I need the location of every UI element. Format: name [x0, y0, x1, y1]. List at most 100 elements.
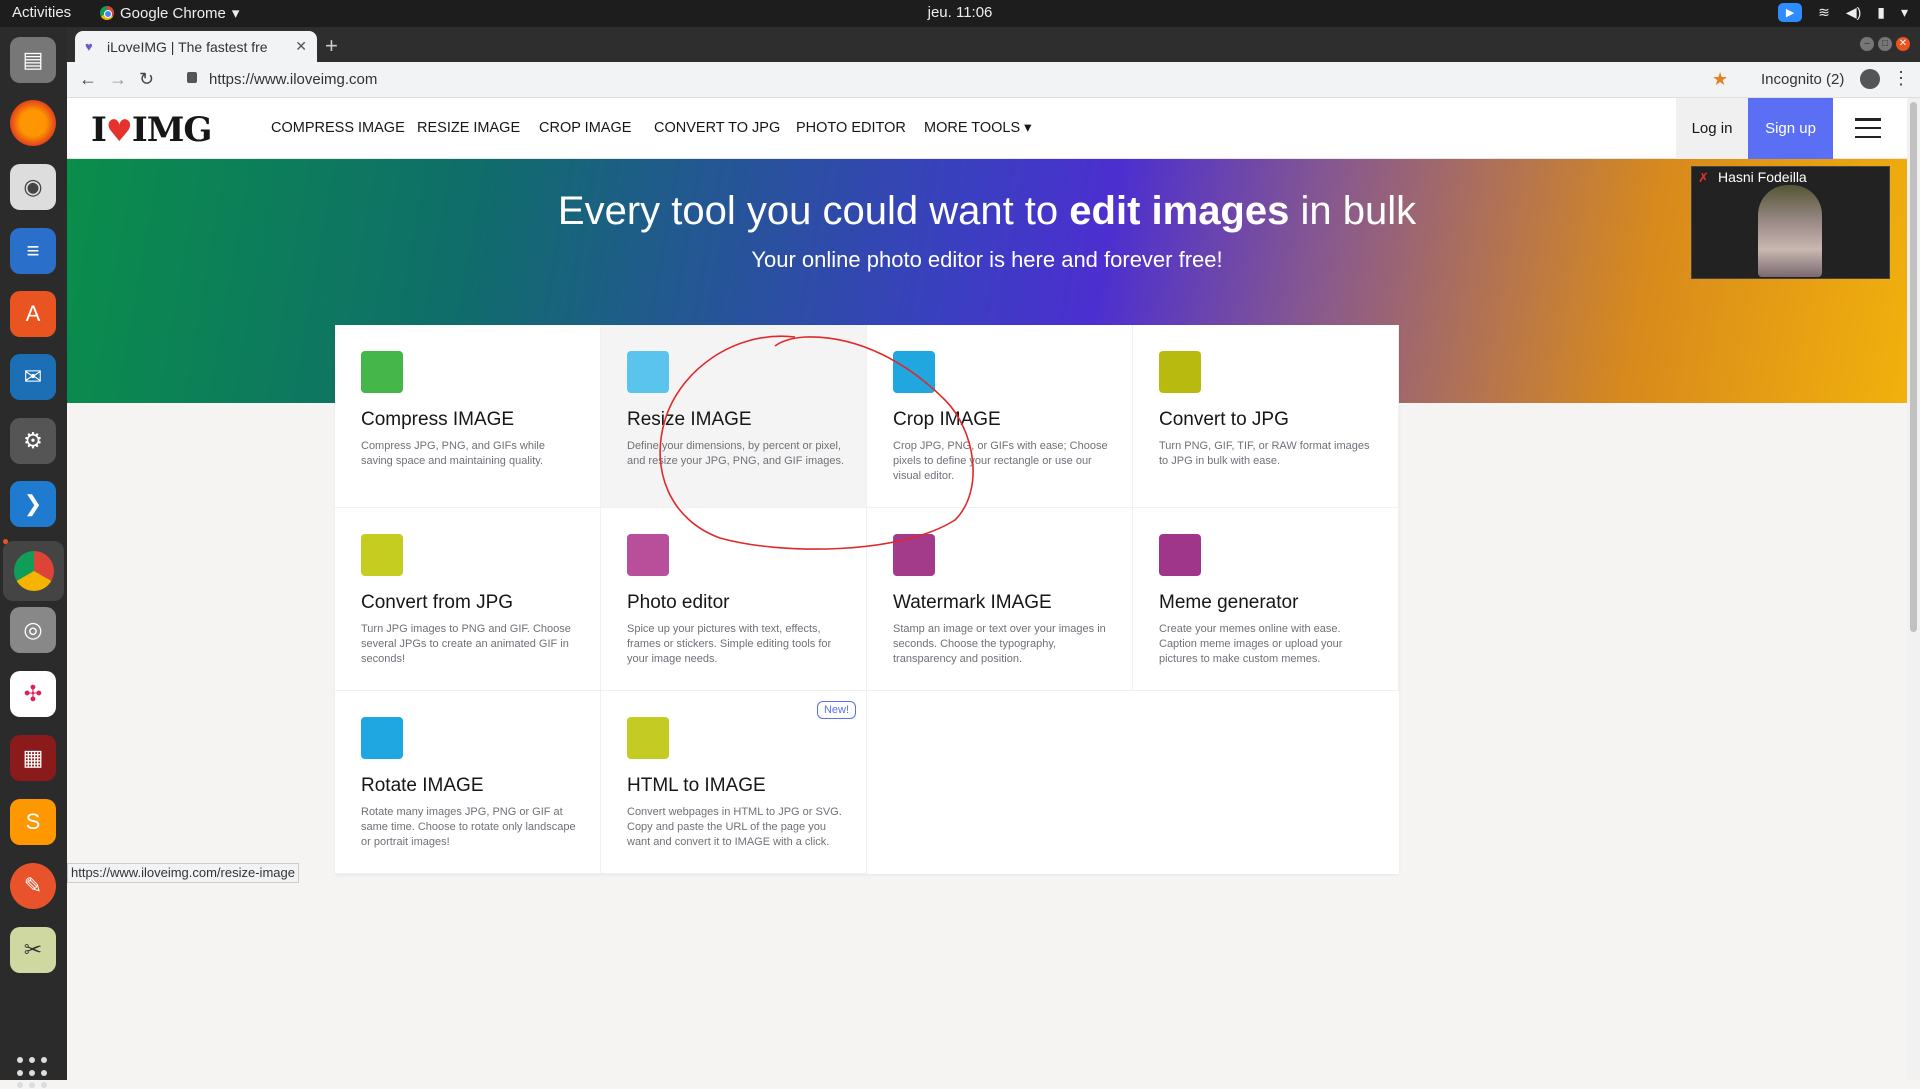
- volume-icon: ◀): [1845, 4, 1862, 20]
- close-window-icon[interactable]: ✕: [1896, 37, 1910, 51]
- forward-icon[interactable]: →: [109, 69, 127, 90]
- firefox-icon[interactable]: [10, 100, 56, 146]
- scrollbar-thumb[interactable]: [1910, 102, 1917, 632]
- signup-button[interactable]: Sign up: [1748, 98, 1833, 159]
- nav-more-tools[interactable]: MORE TOOLS ▾: [924, 120, 1031, 136]
- html-icon: [627, 717, 669, 759]
- stamp-icon: [893, 534, 935, 576]
- show-applications-icon[interactable]: [17, 1057, 49, 1089]
- activities-button[interactable]: Activities: [12, 4, 71, 21]
- laugh-icon: [1159, 534, 1201, 576]
- tool-description: Turn JPG images to PNG and GIF. Choose s…: [361, 623, 571, 665]
- tool-description: Compress JPG, PNG, and GIFs while saving…: [361, 440, 545, 467]
- muted-mic-icon: ✗: [1698, 170, 1709, 185]
- tool-card[interactable]: Photo editor Spice up your pictures with …: [601, 508, 867, 691]
- address-bar[interactable]: https://www.iloveimg.com: [209, 71, 377, 88]
- nav-convert-to-jpg[interactable]: CONVERT TO JPG: [654, 120, 780, 136]
- compress-icon: [361, 351, 403, 393]
- chrome-dock-icon[interactable]: [3, 541, 64, 601]
- tool-description: Spice up your pictures with text, effect…: [627, 623, 832, 665]
- jpg-out-icon: [361, 534, 403, 576]
- status-bar-url: https://www.iloveimg.com/resize-image: [67, 863, 299, 883]
- tool-description: Convert webpages in HTML to JPG or SVG. …: [627, 806, 842, 848]
- sublime-text-icon[interactable]: S: [10, 799, 56, 845]
- system-top-bar: Activities Google Chrome ▾ jeu. 11:06 ▶ …: [0, 0, 1920, 27]
- video-call-overlay[interactable]: ✗ Hasni Fodeilla: [1691, 166, 1890, 279]
- tool-title: Convert to JPG: [1159, 409, 1289, 430]
- camera-icon[interactable]: ◎: [10, 607, 56, 653]
- chevron-down-icon: ▾: [1900, 4, 1908, 20]
- new-tab-icon[interactable]: +: [325, 33, 338, 59]
- incognito-label[interactable]: Incognito (2): [1761, 71, 1844, 88]
- postman-icon[interactable]: ✎: [10, 863, 56, 909]
- tool-description: Stamp an image or text over your images …: [893, 623, 1106, 665]
- scissors-icon: [893, 351, 935, 393]
- incognito-icon[interactable]: [1860, 69, 1880, 89]
- browser-menu-icon[interactable]: ⋮: [1892, 68, 1910, 89]
- tool-card[interactable]: Compress IMAGE Compress JPG, PNG, and GIF…: [335, 325, 601, 508]
- screenshot-tool-icon[interactable]: ✂: [10, 927, 56, 973]
- zoom-icon[interactable]: ▶: [1778, 3, 1803, 22]
- tab-title: iLoveIMG | The fastest fre: [107, 38, 268, 55]
- speaker-icon[interactable]: ◉: [10, 164, 56, 210]
- browser-tab[interactable]: ♥ iLoveIMG | The fastest fre ✕: [75, 31, 317, 62]
- lock-icon[interactable]: [187, 72, 197, 83]
- system-clock[interactable]: jeu. 11:06: [0, 4, 1920, 21]
- tool-title: Convert from JPG: [361, 592, 514, 613]
- minimize-window-icon[interactable]: –: [1860, 37, 1874, 51]
- files-cabinet-icon[interactable]: ▤: [10, 37, 56, 83]
- tool-card[interactable]: Resize IMAGE Define your dimensions, by p…: [601, 325, 867, 508]
- heart-icon: ♥: [105, 114, 133, 149]
- chrome-icon: [100, 6, 114, 20]
- nav-photo-editor[interactable]: PHOTO EDITOR: [796, 120, 906, 136]
- participant-video: [1758, 185, 1822, 277]
- software-center-icon[interactable]: A: [10, 291, 56, 337]
- terminal-app-icon[interactable]: ▦: [10, 735, 56, 781]
- logo-prefix: I: [91, 110, 107, 150]
- jpg-icon: [1159, 351, 1201, 393]
- app-menu[interactable]: Google Chrome ▾: [100, 4, 239, 22]
- tool-card[interactable]: HTML to IMAGE Convert webpages in HTML to…: [601, 691, 867, 874]
- tool-card[interactable]: Convert from JPG Turn JPG images to PNG a…: [335, 508, 601, 691]
- settings-tools-icon[interactable]: ⚙: [10, 418, 56, 464]
- hamburger-menu-icon[interactable]: [1855, 118, 1881, 138]
- thunderbird-icon[interactable]: ✉: [10, 354, 56, 400]
- tab-strip: ♥ iLoveIMG | The fastest fre ✕ + – □ ✕: [67, 27, 1920, 62]
- web-page: I♥IMG COMPRESS IMAGE RESIZE IMAGE CROP I…: [67, 98, 1907, 1080]
- wifi-icon: ≋: [1818, 4, 1830, 20]
- logo-suffix: IMG: [131, 110, 213, 150]
- dock: ▤ ◉ ≡ A ✉ ⚙ ❯ ◎ ✣ ▦ S ✎ ✂: [0, 27, 67, 1089]
- tool-description: Rotate many images JPG, PNG or GIF at sa…: [361, 806, 576, 848]
- tool-title: Resize IMAGE: [627, 409, 752, 430]
- iloveimg-logo[interactable]: I♥IMG: [91, 110, 213, 150]
- maximize-window-icon[interactable]: □: [1878, 37, 1892, 51]
- vscode-icon[interactable]: ❯: [10, 481, 56, 527]
- nav-crop-image[interactable]: CROP IMAGE: [539, 120, 631, 136]
- chrome-icon: [13, 551, 54, 591]
- login-button[interactable]: Log in: [1676, 98, 1748, 159]
- writer-document-icon[interactable]: ≡: [10, 228, 56, 274]
- tool-card[interactable]: Convert to JPG Turn PNG, GIF, TIF, or RAW…: [1133, 325, 1399, 508]
- iloveimg-favicon-icon: ♥: [85, 38, 93, 54]
- tool-description: Turn PNG, GIF, TIF, or RAW format images…: [1159, 440, 1370, 467]
- nav-resize-image[interactable]: RESIZE IMAGE: [417, 120, 520, 136]
- bookmark-star-icon[interactable]: ★: [1712, 69, 1728, 90]
- tool-title: Rotate IMAGE: [361, 775, 484, 796]
- tool-card[interactable]: Rotate IMAGE Rotate many images JPG, PNG …: [335, 691, 601, 874]
- browser-toolbar: ← → ↻ https://www.iloveimg.com ★ Incogni…: [67, 62, 1920, 98]
- participant-name: Hasni Fodeilla: [1718, 169, 1807, 185]
- hero-title: Every tool you could want to edit images…: [67, 189, 1907, 234]
- slack-icon[interactable]: ✣: [10, 671, 56, 717]
- back-icon[interactable]: ←: [79, 69, 97, 90]
- page-scrollbar[interactable]: [1907, 98, 1920, 1080]
- tool-card[interactable]: Watermark IMAGE Stamp an image or text ov…: [867, 508, 1133, 691]
- chevron-down-icon: ▾: [231, 5, 240, 22]
- tool-card[interactable]: Crop IMAGE Crop JPG, PNG, or GIFs with ea…: [867, 325, 1133, 508]
- system-tray[interactable]: ▶ ≋ ◀) ▮ ▾: [1778, 3, 1908, 22]
- new-badge: New!: [816, 701, 856, 719]
- tool-card[interactable]: Meme generator Create your memes online w…: [1133, 508, 1399, 691]
- nav-compress-image[interactable]: COMPRESS IMAGE: [271, 120, 405, 136]
- hero-title-end: in bulk: [1289, 189, 1417, 233]
- close-tab-icon[interactable]: ✕: [295, 38, 307, 55]
- reload-icon[interactable]: ↻: [139, 69, 154, 90]
